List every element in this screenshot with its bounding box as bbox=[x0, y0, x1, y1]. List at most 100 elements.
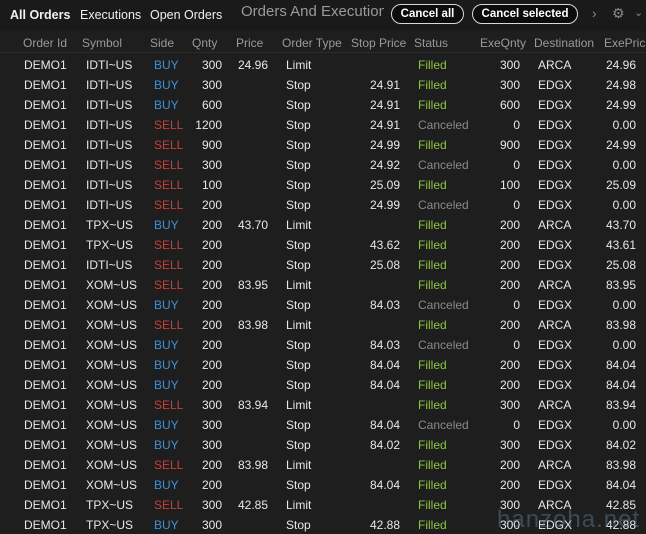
cancel-selected-button[interactable]: Cancel selected bbox=[472, 4, 578, 24]
tab-executions[interactable]: Executions bbox=[80, 8, 141, 22]
cell-order-id: DEMO1 bbox=[24, 178, 67, 192]
table-row[interactable]: DEMO1 TPX~US SELL 200 Stop 43.62 Filled 200 EDGX… bbox=[0, 235, 646, 255]
cell-order-type: Stop bbox=[286, 238, 311, 252]
table-row[interactable]: DEMO1 IDTI~US SELL 900 Stop 24.99 Filled 900 EDG… bbox=[0, 135, 646, 155]
table-row[interactable]: DEMO1 XOM~US BUY 300 Stop 84.02 Filled 300 EDGX 8… bbox=[0, 435, 646, 455]
table-row[interactable]: DEMO1 XOM~US SELL 200 83.95 Limit Filled 200 ARC… bbox=[0, 275, 646, 295]
cell-order-id: DEMO1 bbox=[24, 138, 67, 152]
chevron-right-icon[interactable]: › bbox=[592, 5, 597, 21]
gear-icon[interactable]: ⚙ bbox=[612, 5, 625, 21]
cell-exe-price: 24.99 bbox=[605, 98, 636, 112]
table-row[interactable]: DEMO1 XOM~US BUY 200 Stop 84.04 Filled 200 EDGX 8… bbox=[0, 355, 646, 375]
table-row[interactable]: DEMO1 XOM~US BUY 300 Stop 84.04 Canceled 0 EDGX 0… bbox=[0, 415, 646, 435]
cell-side: SELL bbox=[154, 138, 184, 152]
table-row[interactable]: DEMO1 XOM~US BUY 200 Stop 84.03 Canceled 0 EDGX 0… bbox=[0, 335, 646, 355]
cell-stop-price: 43.62 bbox=[369, 238, 400, 252]
cell-order-id: DEMO1 bbox=[24, 478, 67, 492]
column-header-order-type[interactable]: Order Type bbox=[282, 36, 342, 50]
cell-order-id: DEMO1 bbox=[24, 158, 67, 172]
cell-qnty: 200 bbox=[201, 378, 222, 392]
cell-status: Canceled bbox=[418, 198, 469, 212]
table-row[interactable]: DEMO1 IDTI~US SELL 100 Stop 25.09 Filled 100 EDG… bbox=[0, 175, 646, 195]
column-header-qnty[interactable]: Qnty bbox=[192, 36, 217, 50]
column-header-destination[interactable]: Destination bbox=[534, 36, 594, 50]
cell-symbol: XOM~US bbox=[86, 458, 138, 472]
cell-symbol: XOM~US bbox=[86, 338, 138, 352]
toolbar: All Orders Executions Open Orders Orders… bbox=[0, 0, 646, 31]
column-header-price[interactable]: Price bbox=[236, 36, 263, 50]
cell-destination: EDGX bbox=[538, 78, 573, 92]
table-row[interactable]: DEMO1 XOM~US BUY 200 Stop 84.03 Canceled 0 EDGX 0… bbox=[0, 295, 646, 315]
cell-qnty: 300 bbox=[201, 438, 222, 452]
table-row[interactable]: DEMO1 TPX~US BUY 200 43.70 Limit Filled 200 ARCA… bbox=[0, 215, 646, 235]
table-row[interactable]: DEMO1 IDTI~US BUY 300 Stop 24.91 Filled 300 EDGX… bbox=[0, 75, 646, 95]
cell-side: SELL bbox=[154, 498, 184, 512]
cell-qnty: 200 bbox=[201, 218, 222, 232]
cell-status: Filled bbox=[418, 58, 447, 72]
cell-destination: EDGX bbox=[538, 358, 573, 372]
cell-destination: EDGX bbox=[538, 238, 573, 252]
cell-order-type: Stop bbox=[286, 98, 311, 112]
table-row[interactable]: DEMO1 IDTI~US SELL 1200 Stop 24.91 Canceled 0 ED… bbox=[0, 115, 646, 135]
cell-symbol: IDTI~US bbox=[86, 78, 133, 92]
cell-symbol: IDTI~US bbox=[86, 158, 133, 172]
cell-exe-price: 84.04 bbox=[605, 358, 636, 372]
cell-order-id: DEMO1 bbox=[24, 398, 67, 412]
cell-qnty: 600 bbox=[201, 98, 222, 112]
column-header-stop-price[interactable]: Stop Price bbox=[351, 36, 406, 50]
cell-order-id: DEMO1 bbox=[24, 438, 67, 452]
cell-order-id: DEMO1 bbox=[24, 118, 67, 132]
cell-status: Canceled bbox=[418, 118, 469, 132]
table-row[interactable]: DEMO1 IDTI~US BUY 300 24.96 Limit Filled 300 ARC… bbox=[0, 55, 646, 75]
cell-order-type: Limit bbox=[286, 58, 312, 72]
cell-stop-price: 84.04 bbox=[369, 378, 400, 392]
window-title: Orders And Executions bbox=[241, 3, 384, 20]
cell-side: SELL bbox=[154, 398, 184, 412]
cell-side: SELL bbox=[154, 158, 184, 172]
cell-stop-price: 84.04 bbox=[369, 478, 400, 492]
cell-status: Filled bbox=[418, 238, 447, 252]
table-row[interactable]: DEMO1 XOM~US SELL 200 83.98 Limit Filled 200 ARC… bbox=[0, 315, 646, 335]
cell-exe-price: 0.00 bbox=[612, 418, 636, 432]
table-row[interactable]: DEMO1 IDTI~US SELL 200 Stop 24.99 Canceled 0 EDG… bbox=[0, 195, 646, 215]
table-row[interactable]: DEMO1 XOM~US BUY 200 Stop 84.04 Filled 200 EDGX 8… bbox=[0, 375, 646, 395]
column-header-status[interactable]: Status bbox=[414, 36, 448, 50]
cell-exe-price: 83.95 bbox=[605, 278, 636, 292]
tab-open-orders[interactable]: Open Orders bbox=[150, 8, 222, 22]
cell-exe-price: 24.96 bbox=[605, 58, 636, 72]
table-row[interactable]: DEMO1 IDTI~US SELL 300 Stop 24.92 Canceled 0 EDG… bbox=[0, 155, 646, 175]
cell-side: BUY bbox=[154, 378, 179, 392]
column-header-symbol[interactable]: Symbol bbox=[82, 36, 122, 50]
cancel-all-button[interactable]: Cancel all bbox=[391, 4, 464, 24]
column-header-exe-price[interactable]: ExePrice bbox=[604, 36, 646, 50]
cell-order-type: Limit bbox=[286, 218, 312, 232]
cell-order-type: Stop bbox=[286, 438, 311, 452]
cell-order-type: Stop bbox=[286, 338, 311, 352]
table-row[interactable]: DEMO1 XOM~US SELL 200 83.98 Limit Filled 200 ARC… bbox=[0, 455, 646, 475]
cell-status: Filled bbox=[418, 398, 447, 412]
table-row[interactable]: DEMO1 IDTI~US BUY 600 Stop 24.91 Filled 600 EDGX… bbox=[0, 95, 646, 115]
cell-destination: EDGX bbox=[538, 138, 573, 152]
column-header-side[interactable]: Side bbox=[150, 36, 174, 50]
cell-qnty: 200 bbox=[201, 358, 222, 372]
table-row[interactable]: DEMO1 XOM~US BUY 200 Stop 84.04 Filled 200 EDGX 8… bbox=[0, 475, 646, 495]
cell-exe-price: 0.00 bbox=[612, 298, 636, 312]
cell-exe-price: 25.08 bbox=[605, 258, 636, 272]
table-row[interactable]: DEMO1 XOM~US SELL 300 83.94 Limit Filled 300 ARC… bbox=[0, 395, 646, 415]
tab-all-orders[interactable]: All Orders bbox=[10, 8, 70, 22]
cell-exe-qnty: 0 bbox=[513, 198, 520, 212]
cell-order-type: Limit bbox=[286, 498, 312, 512]
column-header-exe-qnty[interactable]: ExeQnty bbox=[480, 36, 526, 50]
cell-side: BUY bbox=[154, 438, 179, 452]
cell-side: BUY bbox=[154, 298, 179, 312]
cell-order-type: Stop bbox=[286, 378, 311, 392]
cell-exe-qnty: 300 bbox=[499, 78, 520, 92]
cell-symbol: IDTI~US bbox=[86, 178, 133, 192]
column-header-order-id[interactable]: Order Id bbox=[23, 36, 67, 50]
cell-order-type: Stop bbox=[286, 118, 311, 132]
chevron-down-icon[interactable]: ⌄ bbox=[634, 5, 643, 21]
cell-side: SELL bbox=[154, 238, 184, 252]
cell-symbol: XOM~US bbox=[86, 318, 138, 332]
table-row[interactable]: DEMO1 IDTI~US SELL 200 Stop 25.08 Filled 200 EDG… bbox=[0, 255, 646, 275]
cell-exe-qnty: 200 bbox=[499, 238, 520, 252]
